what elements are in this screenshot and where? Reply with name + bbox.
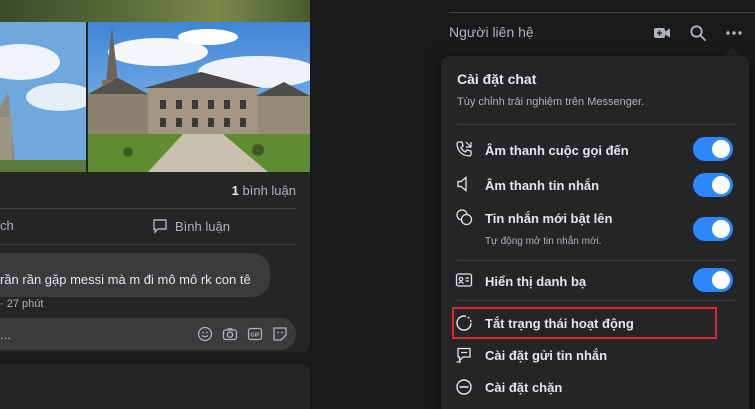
post-photo-1[interactable] (0, 22, 86, 172)
divider (449, 12, 755, 13)
camera-icon[interactable] (222, 326, 238, 342)
divider (457, 124, 735, 125)
comment-count[interactable]: 1 bình luận (232, 183, 296, 198)
new-message-popup-toggle[interactable] (693, 217, 733, 241)
like-action-label: ch (0, 218, 14, 233)
phone-ring-icon (456, 141, 472, 157)
post-photo-2[interactable] (88, 22, 310, 172)
search-icon[interactable] (689, 24, 707, 42)
show-contacts-row[interactable]: Hiển thị danh bạ (451, 268, 739, 296)
more-icon[interactable] (725, 24, 743, 42)
block-settings-row[interactable]: Cài đặt chặn (451, 375, 739, 401)
divider (0, 244, 296, 245)
menu-title: Cài đặt chat (457, 71, 537, 87)
comment-timestamp: · 27 phút (0, 298, 44, 310)
divider (0, 208, 296, 209)
svg-text:GIF: GIF (250, 333, 260, 339)
emoji-icon[interactable] (197, 326, 213, 342)
chat-settings-menu: Cài đặt chat Tùy chỉnh trải nghiệm trên … (441, 56, 749, 409)
speaker-icon (457, 176, 467, 192)
comment-bubble: rần rần gặp messi mà m đi mô mô rk con t… (0, 253, 270, 297)
block-settings-label: Cài đặt chặn (485, 380, 563, 395)
new-message-popup-desc: Tự động mở tin nhắn mới. (485, 236, 602, 247)
incoming-call-sound-row[interactable]: Âm thanh cuộc gọi đến (451, 136, 739, 164)
incoming-call-sound-toggle[interactable] (693, 137, 733, 161)
message-sound-label: Âm thanh tin nhắn (485, 178, 600, 193)
message-sound-toggle[interactable] (693, 173, 733, 197)
message-delivery-settings-row[interactable]: Cài đặt gửi tin nhắn (451, 343, 739, 369)
comment-count-label: bình luận (242, 183, 297, 198)
feed-post: 1 bình luận ch Bình luận rần rần gặp mes… (0, 0, 310, 352)
comment-action-label: Bình luận (175, 218, 230, 234)
divider (457, 260, 735, 261)
next-feed-post (0, 364, 310, 409)
comment-text: rần rần gặp messi mà m đi mô mô rk con t… (0, 272, 251, 287)
chat-bubbles-icon (456, 209, 473, 226)
gif-icon[interactable]: GIF (247, 326, 263, 342)
show-contacts-toggle[interactable] (693, 268, 733, 292)
new-message-popup-label: Tin nhắn mới bật lên (485, 211, 613, 226)
highlight-box (452, 307, 717, 339)
message-delivery-settings-label: Cài đặt gửi tin nhắn (485, 348, 608, 363)
menu-subtitle: Tùy chỉnh trải nghiệm trên Messenger. (457, 96, 645, 108)
sticker-icon[interactable] (272, 326, 288, 342)
block-icon (456, 379, 472, 395)
contacts-title: Người liên hệ (449, 24, 534, 40)
contact-card-icon (455, 273, 473, 287)
comment-action-button[interactable]: Bình luận (152, 218, 230, 234)
new-message-popup-row[interactable]: Tin nhắn mới bật lên Tự động mở tin nhắn… (451, 206, 739, 252)
message-sound-row[interactable]: Âm thanh tin nhắn (451, 171, 739, 199)
new-room-icon[interactable] (653, 24, 671, 42)
comment-count-number: 1 (231, 183, 239, 198)
incoming-call-sound-label: Âm thanh cuộc gọi đến (485, 143, 629, 158)
message-delivery-icon (456, 347, 471, 363)
reply-placeholder: ... (0, 327, 11, 342)
like-action-button[interactable]: ch (0, 218, 14, 233)
divider (457, 300, 735, 301)
reply-input[interactable]: ... GIF (0, 318, 296, 350)
post-photo-top (0, 0, 310, 22)
show-contacts-label: Hiển thị danh bạ (485, 274, 587, 289)
comment-icon (153, 219, 167, 234)
